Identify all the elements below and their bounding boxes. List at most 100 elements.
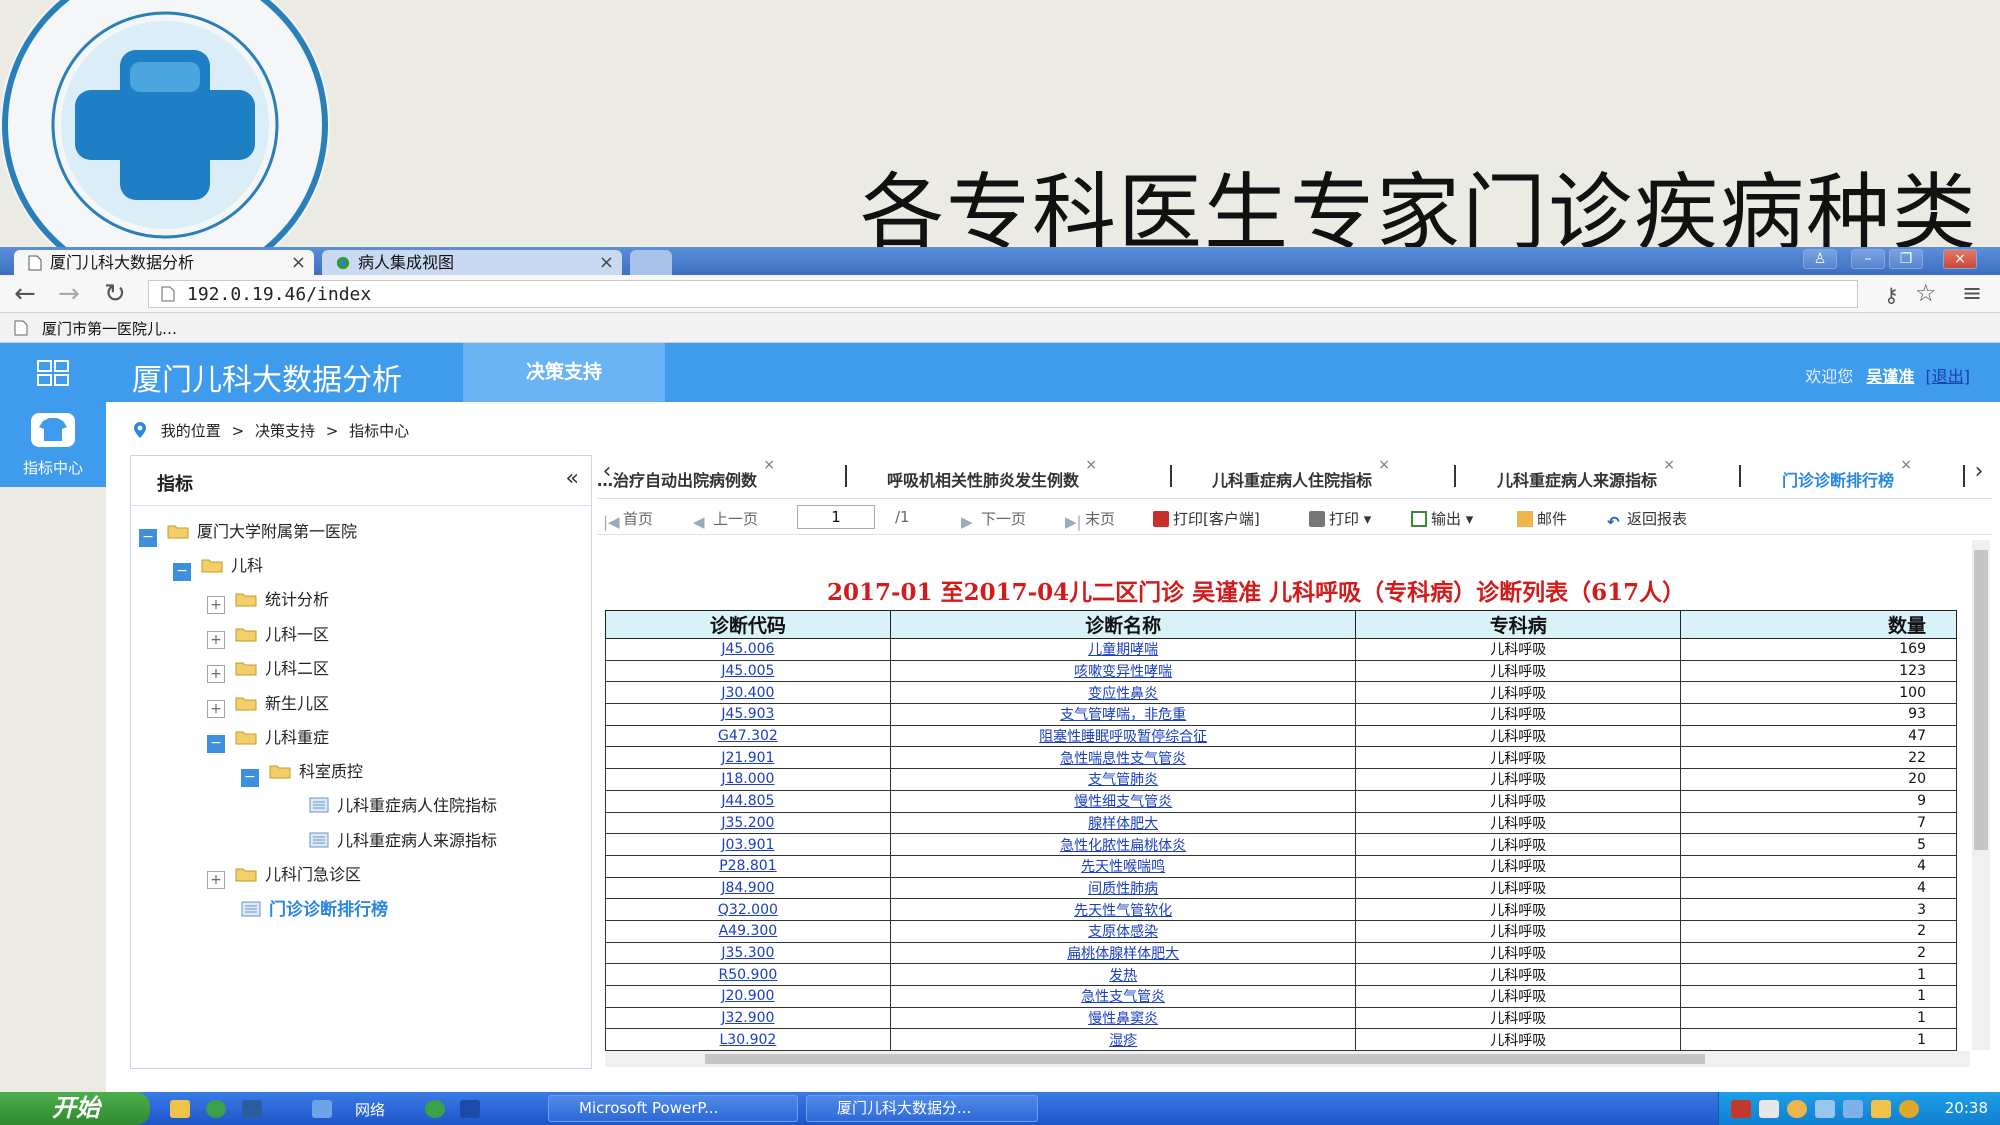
user-name-link[interactable]: 吴谨准 xyxy=(1866,367,1914,386)
expand-toggle-icon[interactable]: + xyxy=(207,596,225,614)
diagnosis-name-link[interactable]: 湿疹 xyxy=(889,1028,1357,1052)
input-method-icon[interactable] xyxy=(1731,1100,1751,1118)
vertical-scrollbar[interactable] xyxy=(1972,540,1990,1050)
column-header[interactable]: 诊断代码 xyxy=(605,610,891,639)
tab-auto-discharge[interactable]: …治疗自动出院病例数 × xyxy=(597,457,775,491)
diagnosis-name-link[interactable]: 支原体感染 xyxy=(889,919,1357,943)
diagnosis-name-link[interactable]: 咳嗽变异性哮喘 xyxy=(889,659,1357,683)
collapse-toggle-icon[interactable]: − xyxy=(207,735,225,753)
browser-icon[interactable] xyxy=(206,1100,226,1118)
diagnosis-code-link[interactable]: J18.000 xyxy=(605,768,891,791)
diagnosis-name-link[interactable]: 阻塞性睡眠呼吸暂停综合征 xyxy=(889,724,1357,748)
network-label[interactable]: 网络 xyxy=(355,1099,385,1120)
diagnosis-name-link[interactable]: 先天性喉喘鸣 xyxy=(889,854,1357,878)
diagnosis-code-link[interactable]: A49.300 xyxy=(605,919,891,943)
column-header[interactable]: 数量 xyxy=(1680,610,1957,639)
print-button[interactable]: 打印 ▾ xyxy=(1309,508,1371,529)
diagnosis-code-link[interactable]: R50.900 xyxy=(605,963,891,986)
diagnosis-name-link[interactable]: 腺样体肥大 xyxy=(889,811,1357,835)
bookmark-item[interactable]: 厦门市第一医院儿… xyxy=(42,318,177,339)
diagnosis-name-link[interactable]: 变应性鼻炎 xyxy=(889,681,1357,705)
close-icon[interactable]: × xyxy=(1085,457,1097,473)
tree-node-outpatient-rank[interactable]: 门诊诊断排行榜 xyxy=(241,895,388,921)
tab-picu-inpatient[interactable]: 儿科重症病人住院指标 × xyxy=(1212,457,1390,491)
tree-node-pediatrics[interactable]: − 儿科 xyxy=(173,552,263,581)
tree-node-picu-inpatient[interactable]: 儿科重症病人住院指标 xyxy=(309,792,497,818)
diagnosis-code-link[interactable]: G47.302 xyxy=(605,724,891,748)
last-page-button[interactable]: ▶| 末页 xyxy=(1065,508,1115,531)
diagnosis-name-link[interactable]: 儿童期哮喘 xyxy=(889,638,1357,661)
collapse-icon[interactable]: « xyxy=(566,466,579,491)
diagnosis-code-link[interactable]: L30.902 xyxy=(605,1028,891,1052)
back-to-report-button[interactable]: ↶ 返回报表 xyxy=(1607,508,1687,531)
tree-node-hospital[interactable]: − 厦门大学附属第一医院 xyxy=(139,518,357,547)
diagnosis-code-link[interactable]: J03.901 xyxy=(605,833,891,856)
diagnosis-name-link[interactable]: 先天性气管软化 xyxy=(889,898,1357,921)
scrollbar-thumb[interactable] xyxy=(1974,550,1988,850)
desktop-icon[interactable] xyxy=(242,1100,262,1118)
browser-tab-patient-view[interactable]: 病人集成视图 × xyxy=(322,250,622,275)
tab-vap-cases[interactable]: 呼吸机相关性肺炎发生例数 × xyxy=(887,457,1097,491)
close-icon[interactable]: × xyxy=(1663,457,1675,473)
minimize-icon[interactable]: – xyxy=(1851,249,1885,269)
column-header[interactable]: 诊断名称 xyxy=(889,610,1357,639)
tree-node-stats[interactable]: + 统计分析 xyxy=(207,586,329,614)
close-icon[interactable]: × xyxy=(763,457,775,473)
print-client-button[interactable]: 打印[客户端] xyxy=(1153,508,1260,529)
close-icon[interactable]: × xyxy=(1378,457,1390,473)
anchor-icon[interactable] xyxy=(460,1100,480,1118)
logout-link[interactable]: [退出] xyxy=(1926,367,1971,386)
collapse-toggle-icon[interactable]: − xyxy=(139,529,157,547)
diagnosis-code-link[interactable]: J35.300 xyxy=(605,941,891,965)
diagnosis-name-link[interactable]: 扁桃体腺样体肥大 xyxy=(889,941,1357,965)
next-page-button[interactable]: ▶ 下一页 xyxy=(961,508,1026,531)
tree-node-neonatal[interactable]: + 新生儿区 xyxy=(207,690,329,718)
security-icon[interactable] xyxy=(1871,1100,1891,1118)
restore-icon[interactable]: ❐ xyxy=(1889,249,1923,269)
volume-icon[interactable] xyxy=(1843,1100,1863,1118)
diagnosis-name-link[interactable]: 急性化脓性扁桃体炎 xyxy=(889,833,1357,856)
tree-node-picu[interactable]: − 儿科重症 xyxy=(207,724,329,753)
prev-page-button[interactable]: ◀ 上一页 xyxy=(693,508,758,531)
forward-arrow-icon[interactable]: → xyxy=(58,279,80,309)
column-header[interactable]: 专科病 xyxy=(1355,610,1682,639)
diagnosis-name-link[interactable]: 慢性鼻窦炎 xyxy=(889,1006,1357,1030)
tree-node-ward2[interactable]: + 儿科二区 xyxy=(207,655,329,683)
folder-icon[interactable] xyxy=(170,1100,190,1118)
user-icon[interactable]: ♙ xyxy=(1803,249,1837,269)
diagnosis-code-link[interactable]: J84.900 xyxy=(605,876,891,900)
url-input[interactable]: 192.0.19.46/index xyxy=(148,280,1858,308)
expand-toggle-icon[interactable]: + xyxy=(207,871,225,889)
network-tray-icon[interactable] xyxy=(1815,1100,1835,1118)
close-window-icon[interactable]: × xyxy=(1943,249,1977,269)
diagnosis-name-link[interactable]: 支气管肺炎 xyxy=(889,768,1357,791)
tray-app-icon[interactable] xyxy=(1899,1100,1919,1118)
browser-tab-pediatrics[interactable]: 厦门儿科大数据分析 × xyxy=(14,250,314,275)
diagnosis-code-link[interactable]: J20.900 xyxy=(605,985,891,1008)
browser-icon[interactable] xyxy=(425,1100,445,1118)
breadcrumb-item[interactable]: 决策支持 xyxy=(255,422,315,440)
star-icon[interactable]: ☆ xyxy=(1915,279,1937,307)
expand-toggle-icon[interactable]: + xyxy=(207,700,225,718)
diagnosis-code-link[interactable]: Q32.000 xyxy=(605,898,891,921)
diagnosis-name-link[interactable]: 急性支气管炎 xyxy=(889,985,1357,1008)
tree-node-emergency[interactable]: + 儿科门急诊区 xyxy=(207,861,361,889)
diagnosis-name-link[interactable]: 急性喘息性支气管炎 xyxy=(889,746,1357,770)
diagnosis-name-link[interactable]: 慢性细支气管炎 xyxy=(889,789,1357,813)
task-browser[interactable]: 厦门儿科大数据分... xyxy=(806,1095,1038,1122)
start-button[interactable]: 开始 xyxy=(0,1092,150,1125)
menu-icon[interactable]: ≡ xyxy=(1962,279,1982,307)
tray-app-icon[interactable] xyxy=(1787,1100,1807,1118)
diagnosis-code-link[interactable]: J30.400 xyxy=(605,681,891,705)
diagnosis-name-link[interactable]: 发热 xyxy=(889,963,1357,986)
collapse-toggle-icon[interactable]: − xyxy=(173,563,191,581)
vc-icon[interactable] xyxy=(1759,1100,1779,1118)
first-page-button[interactable]: |◀ 首页 xyxy=(603,508,653,531)
key-icon[interactable]: ⚷ xyxy=(1884,283,1899,307)
diagnosis-code-link[interactable]: J45.903 xyxy=(605,703,891,726)
expand-toggle-icon[interactable]: + xyxy=(207,631,225,649)
diagnosis-code-link[interactable]: J44.805 xyxy=(605,789,891,813)
scrollbar-thumb[interactable] xyxy=(705,1054,1705,1064)
breadcrumb-item[interactable]: 指标中心 xyxy=(349,422,409,440)
diagnosis-code-link[interactable]: J45.006 xyxy=(605,638,891,661)
